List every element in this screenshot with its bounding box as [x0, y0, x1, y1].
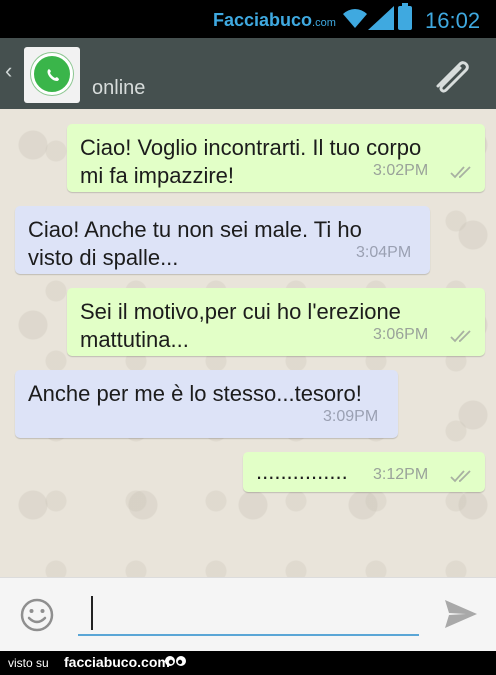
message-text: Anche per me è lo stesso...tesoro!	[28, 380, 362, 408]
message-line: Ciao! Anche tu non sei male. Ti ho	[28, 217, 362, 242]
double-check-icon	[450, 330, 471, 343]
message-input[interactable]	[78, 592, 419, 636]
message-time: 3:02PM	[373, 162, 429, 179]
message-time: 3:09PM	[323, 408, 379, 425]
message-bubble-outgoing[interactable]: Ciao! Voglio incontrarti. Il tuo corpo m…	[67, 124, 485, 192]
status-watermark-suffix: .com	[312, 17, 336, 29]
whatsapp-logo-icon	[31, 53, 73, 95]
message-text: Ciao! Voglio incontrarti. Il tuo corpo m…	[80, 134, 421, 190]
smiley-icon[interactable]	[19, 597, 55, 633]
message-line: mi fa impazzire!	[80, 163, 235, 188]
text-cursor	[91, 596, 93, 630]
message-text: Ciao! Anche tu non sei male. Ti ho visto…	[28, 216, 362, 272]
status-watermark-name: Facciabuco	[213, 10, 313, 30]
battery-icon	[398, 3, 412, 30]
chevron-left-icon[interactable]: ‹	[5, 60, 12, 82]
message-bubble-incoming[interactable]: Ciao! Anche tu non sei male. Ti ho visto…	[15, 206, 430, 274]
footer-prefix: visto su	[8, 656, 49, 670]
message-bubble-incoming[interactable]: Anche per me è lo stesso...tesoro!	[15, 370, 398, 438]
message-line: Ciao! Voglio incontrarti. Il tuo corpo	[80, 135, 422, 160]
status-watermark: Facciabuco.com	[213, 10, 336, 31]
paperclip-icon[interactable]	[432, 56, 474, 96]
eyes-logo-icon	[165, 656, 186, 666]
message-text: ...............	[256, 458, 348, 486]
chat-header: ‹ online	[0, 38, 496, 109]
message-bubble-outgoing[interactable]: Sei il motivo,per cui ho l'erezione matt…	[67, 288, 485, 356]
message-line: mattutina...	[80, 327, 189, 352]
contact-status: online	[92, 77, 146, 99]
send-arrow-icon[interactable]	[444, 599, 478, 629]
double-check-icon	[450, 470, 471, 483]
message-line: Sei il motivo,per cui ho l'erezione	[80, 299, 401, 324]
message-list[interactable]: Ciao! Voglio incontrarti. Il tuo corpo m…	[0, 109, 496, 577]
message-time: 3:04PM	[356, 244, 412, 261]
signal-icon	[368, 6, 394, 30]
status-time: 16:02	[425, 8, 481, 33]
message-line: ...............	[256, 459, 348, 484]
message-text: Sei il motivo,per cui ho l'erezione matt…	[80, 298, 401, 354]
wifi-icon	[343, 9, 367, 28]
avatar[interactable]	[24, 47, 80, 103]
message-line: Anche per me è lo stesso...tesoro!	[28, 381, 362, 406]
watermark-footer: visto su facciabuco.com	[0, 651, 496, 675]
composer-bar	[0, 577, 496, 651]
message-time: 3:06PM	[373, 326, 429, 343]
message-line: visto di spalle...	[28, 245, 179, 270]
footer-site[interactable]: facciabuco.com	[64, 654, 170, 670]
double-check-icon	[450, 166, 471, 179]
message-bubble-outgoing[interactable]: ...............	[243, 452, 485, 492]
status-bar: Facciabuco.com 16:02	[0, 0, 496, 38]
message-time: 3:12PM	[373, 466, 429, 483]
